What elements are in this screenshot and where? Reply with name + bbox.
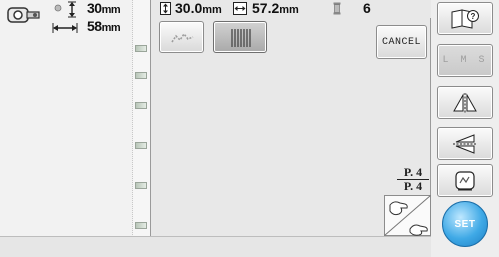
design-info-panel: 30mm 58mm: [0, 0, 133, 257]
flip-icon: [453, 133, 477, 154]
design-height: 30mm: [87, 0, 121, 16]
page-turn-icon[interactable]: [384, 195, 431, 236]
page-indicator: P. 4 P. 4: [397, 166, 429, 193]
mirror-button[interactable]: [437, 86, 493, 119]
page-total: P. 4: [403, 179, 423, 193]
scroll-marker: [135, 102, 147, 109]
mirror-icon: [453, 92, 477, 113]
svg-text:?: ?: [471, 12, 476, 21]
toolbar-height: 30.0mm: [175, 0, 222, 16]
main-area: 30.0mm 57.2mm 6 CANCEL P. 4 P. 4: [150, 0, 432, 236]
toolbar-width: 57.2mm: [252, 0, 299, 16]
help-book-icon: ?: [451, 8, 479, 29]
cancel-button[interactable]: CANCEL: [376, 25, 427, 59]
page-current: P. 4: [397, 166, 429, 180]
density-icon: [455, 170, 475, 190]
design-width: 58mm: [87, 18, 121, 34]
stitch-type-b-button[interactable]: [213, 21, 267, 53]
embroidery-foot-icon: [7, 7, 40, 23]
lms-button[interactable]: L M S: [437, 44, 493, 77]
color-count: 6: [363, 0, 371, 16]
size-arrows-icon: [52, 1, 78, 33]
scroll-marker: [135, 182, 147, 189]
bottom-bar: [0, 236, 499, 257]
stitch-type-a-icon: [171, 32, 194, 43]
scroll-marker: [135, 222, 147, 229]
horizontal-size-icon: [233, 2, 247, 15]
scroll-strip[interactable]: [133, 0, 150, 236]
scroll-marker: [135, 45, 147, 52]
size-toolbar: 30.0mm 57.2mm 6: [151, 0, 432, 18]
flip-button[interactable]: [437, 127, 493, 160]
help-button[interactable]: ?: [437, 2, 493, 35]
set-button[interactable]: SET: [442, 201, 488, 247]
vertical-size-icon: [160, 2, 171, 15]
stitch-type-b-icon: [231, 29, 251, 47]
stitch-type-a-button[interactable]: [159, 21, 204, 53]
scroll-marker: [135, 72, 147, 79]
thread-spool-icon: [333, 2, 341, 15]
scroll-marker: [135, 142, 147, 149]
density-button[interactable]: [437, 164, 493, 197]
